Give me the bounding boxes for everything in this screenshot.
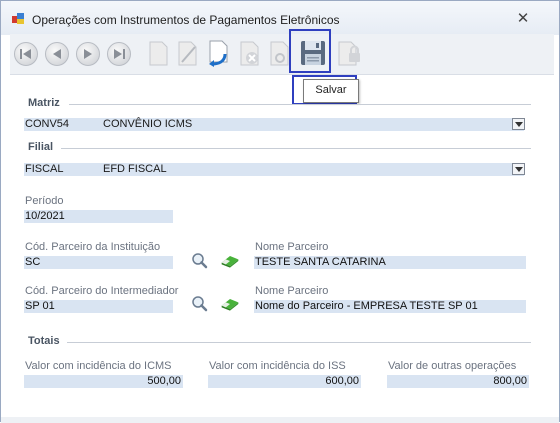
parceiro-instituicao-name-label: Nome Parceiro [255, 241, 329, 253]
outras-value-field: 800,00 [387, 375, 529, 388]
app-window: Operações com Instrumentos de Pagamentos… [0, 0, 560, 423]
matriz-dropdown-button[interactable] [512, 118, 525, 130]
new-document-icon [149, 41, 168, 66]
iss-value-field: 600,00 [208, 375, 361, 388]
filial-group-label: Filial [28, 141, 54, 153]
last-icon [107, 42, 131, 66]
parceiro-intermediador-code-label: Cód. Parceiro do Intermediador [25, 285, 179, 297]
eraser-icon[interactable] [220, 252, 240, 270]
matriz-divider [69, 104, 531, 105]
filial-description: EFD FISCAL [103, 163, 167, 175]
next-icon [76, 42, 100, 66]
last-record-button[interactable] [103, 38, 133, 68]
search-icon[interactable] [190, 295, 210, 313]
totais-group-label: Totais [28, 335, 60, 347]
first-icon [14, 42, 38, 66]
edit-pencil-icon [178, 41, 197, 66]
save-button-highlight [289, 29, 331, 73]
window-title: Operações com Instrumentos de Pagamentos… [32, 13, 340, 27]
app-icon [12, 13, 24, 24]
icms-value-field: 500,00 [24, 375, 183, 388]
status-strip [1, 417, 559, 423]
filial-code: FISCAL [25, 163, 64, 175]
parceiro-instituicao-code-input[interactable]: SC [24, 256, 173, 269]
close-button[interactable]: ✕ [513, 9, 533, 29]
first-record-button[interactable] [10, 38, 40, 68]
lock-icon [338, 41, 360, 66]
previous-record-button[interactable] [41, 38, 71, 68]
save-tooltip: Salvar [303, 79, 359, 103]
matriz-select[interactable] [24, 118, 524, 131]
parceiro-intermediador-name-label: Nome Parceiro [255, 285, 329, 297]
periodo-input[interactable]: 10/2021 [24, 210, 173, 223]
edit-button[interactable] [173, 38, 203, 68]
search-icon[interactable] [190, 252, 210, 270]
outras-label: Valor de outras operações [388, 360, 517, 372]
parceiro-intermediador-code-input[interactable]: SP 01 [24, 300, 173, 313]
undo-document-icon [209, 40, 228, 67]
icms-label: Valor com incidência do ICMS [25, 360, 172, 372]
lock-button[interactable] [335, 38, 365, 68]
totais-divider [67, 342, 531, 343]
filial-select[interactable] [24, 163, 524, 176]
parceiro-instituicao-code-label: Cód. Parceiro da Instituição [25, 241, 161, 253]
matriz-description: CONVÊNIO ICMS [103, 118, 193, 130]
iss-label: Valor com incidência do ISS [209, 360, 346, 372]
next-record-button[interactable] [72, 38, 102, 68]
matriz-code: CONV54 [25, 118, 70, 130]
parceiro-intermediador-name-field: Nome do Parceiro - EMPRESA TESTE SP 01 [254, 300, 526, 313]
undo-button[interactable] [204, 38, 234, 68]
title-bar: Operações com Instrumentos de Pagamentos… [1, 1, 559, 35]
eraser-icon[interactable] [220, 295, 240, 313]
filial-divider [61, 148, 531, 149]
chevron-down-icon [515, 167, 523, 172]
filial-dropdown-button[interactable] [512, 163, 525, 175]
toolbar [10, 34, 554, 75]
parceiro-instituicao-name-field: TESTE SANTA CATARINA [254, 256, 526, 269]
delete-button[interactable] [235, 38, 265, 68]
periodo-label: Período [25, 195, 64, 207]
matriz-group-label: Matriz [28, 97, 60, 109]
previous-icon [45, 42, 69, 66]
new-button[interactable] [143, 38, 173, 68]
chevron-down-icon [515, 122, 523, 127]
delete-icon [240, 41, 259, 66]
